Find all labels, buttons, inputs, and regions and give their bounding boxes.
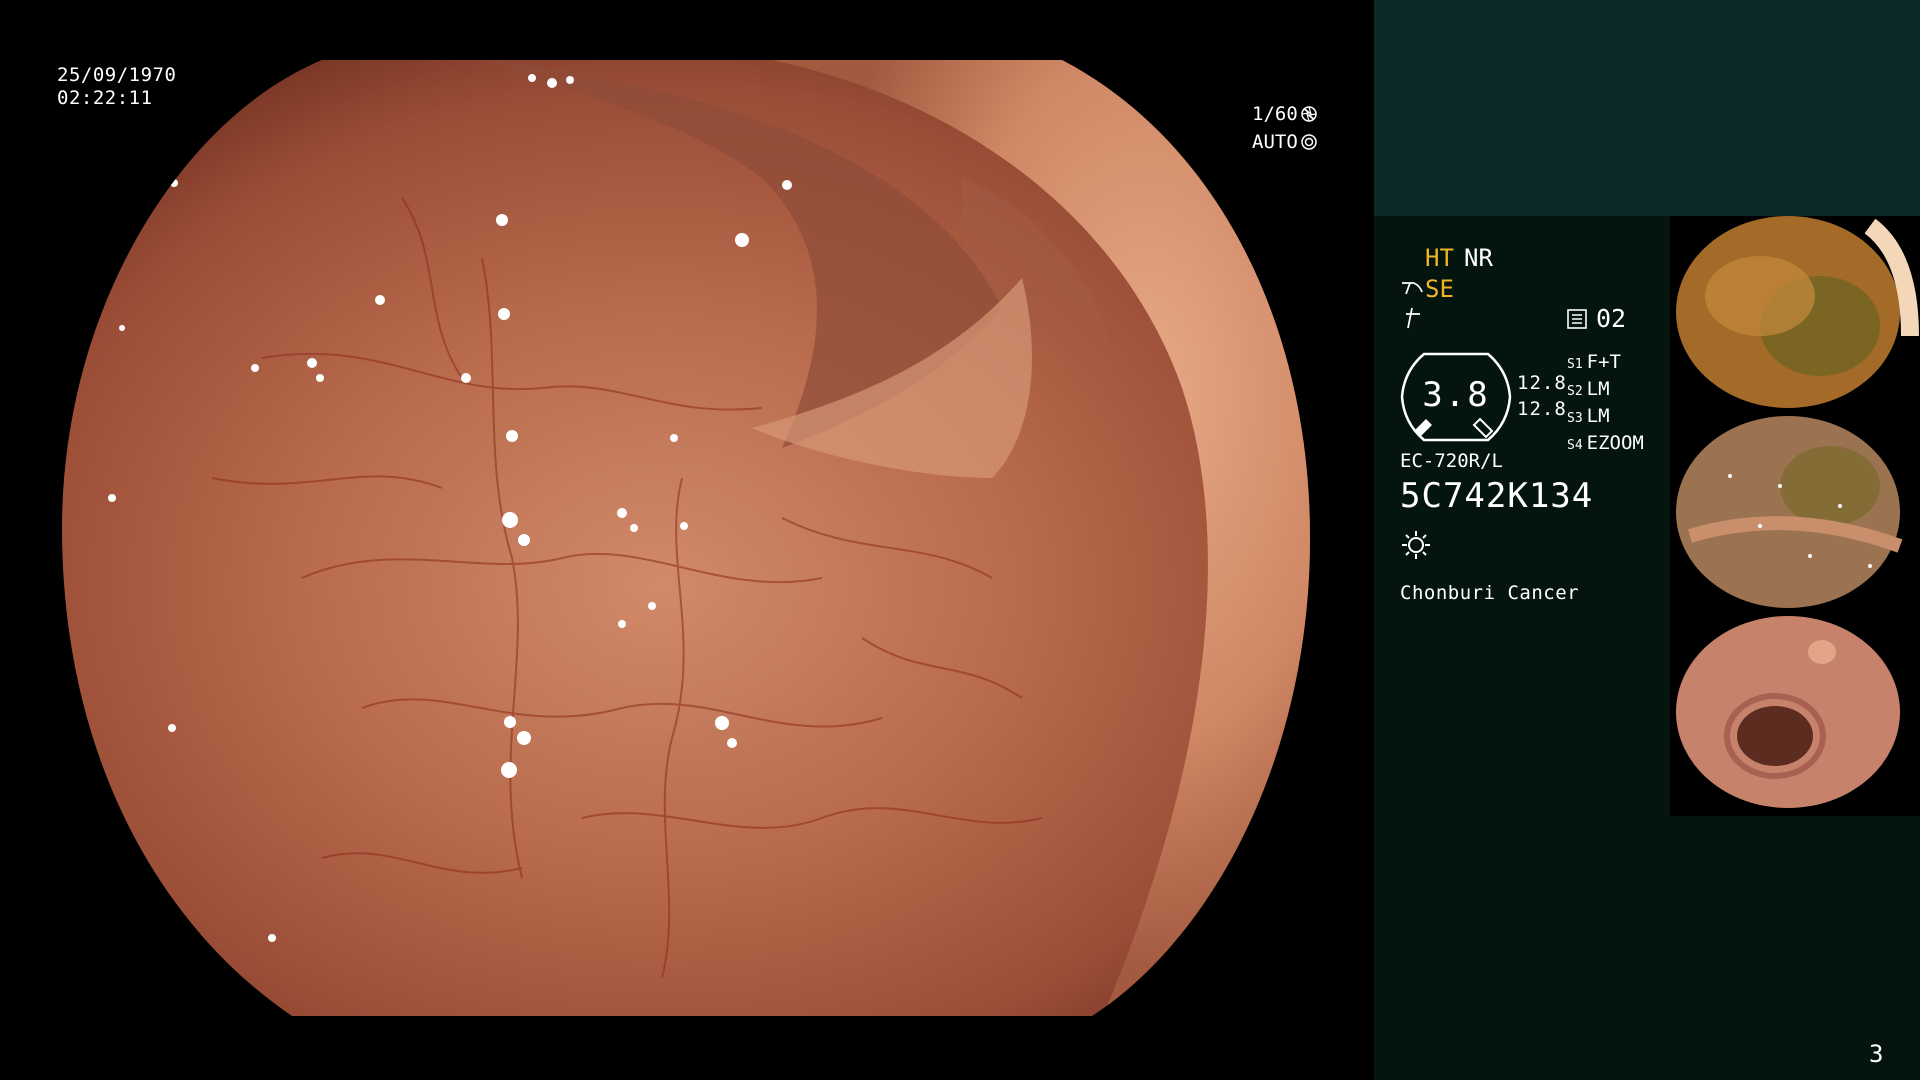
setting-s3: S3 LM — [1567, 405, 1610, 427]
setting-s1: S1 F+T — [1567, 351, 1621, 373]
color-icon — [1406, 307, 1420, 329]
scope-switch-settings: S1 F+T S2 LM S3 LM S4 EZOOM — [1567, 350, 1644, 458]
shutter-icon — [1301, 106, 1317, 122]
page-number: 3 — [1869, 1040, 1884, 1068]
capture-thumbnail-3[interactable] — [1670, 616, 1920, 816]
institution-name: Chonburi Cancer — [1400, 582, 1580, 604]
record-icon — [1567, 309, 1587, 329]
mode-se: SE — [1425, 275, 1454, 303]
gauge-aux-2: 12.8 — [1517, 398, 1567, 420]
gauge-aux-1: 12.8 — [1517, 372, 1567, 394]
info-panel-header — [1374, 0, 1920, 216]
exam-date: 25/09/1970 — [57, 64, 177, 86]
setting-s4: S4 EZOOM — [1567, 432, 1644, 454]
shutter-speed: 1/60 — [1252, 103, 1298, 125]
iris-icon — [1301, 134, 1317, 150]
datetime-overlay: 25/09/1970 02:22:11 — [57, 64, 176, 110]
setting-s2: S2 LM — [1567, 378, 1610, 400]
capture-index: 02 — [1596, 304, 1627, 333]
capture-thumbnail-2[interactable] — [1670, 416, 1920, 616]
scope-model: EC-720R/L — [1400, 450, 1503, 472]
endoscopic-view — [62, 60, 1310, 1016]
light-source-icon — [1402, 531, 1430, 559]
structure-enhance-icon — [1402, 282, 1423, 295]
iris-mode: AUTO — [1252, 131, 1298, 153]
gauge-value: 3.8 — [1422, 375, 1490, 415]
scope-serial: 5C742K134 — [1400, 476, 1594, 516]
mode-ht: HT — [1425, 244, 1454, 272]
exam-time: 02:22:11 — [57, 87, 153, 109]
mode-nr: NR — [1464, 244, 1493, 272]
capture-thumbnail-1[interactable] — [1670, 216, 1920, 416]
exposure-overlay: 1/60 AUTO — [1252, 100, 1317, 156]
